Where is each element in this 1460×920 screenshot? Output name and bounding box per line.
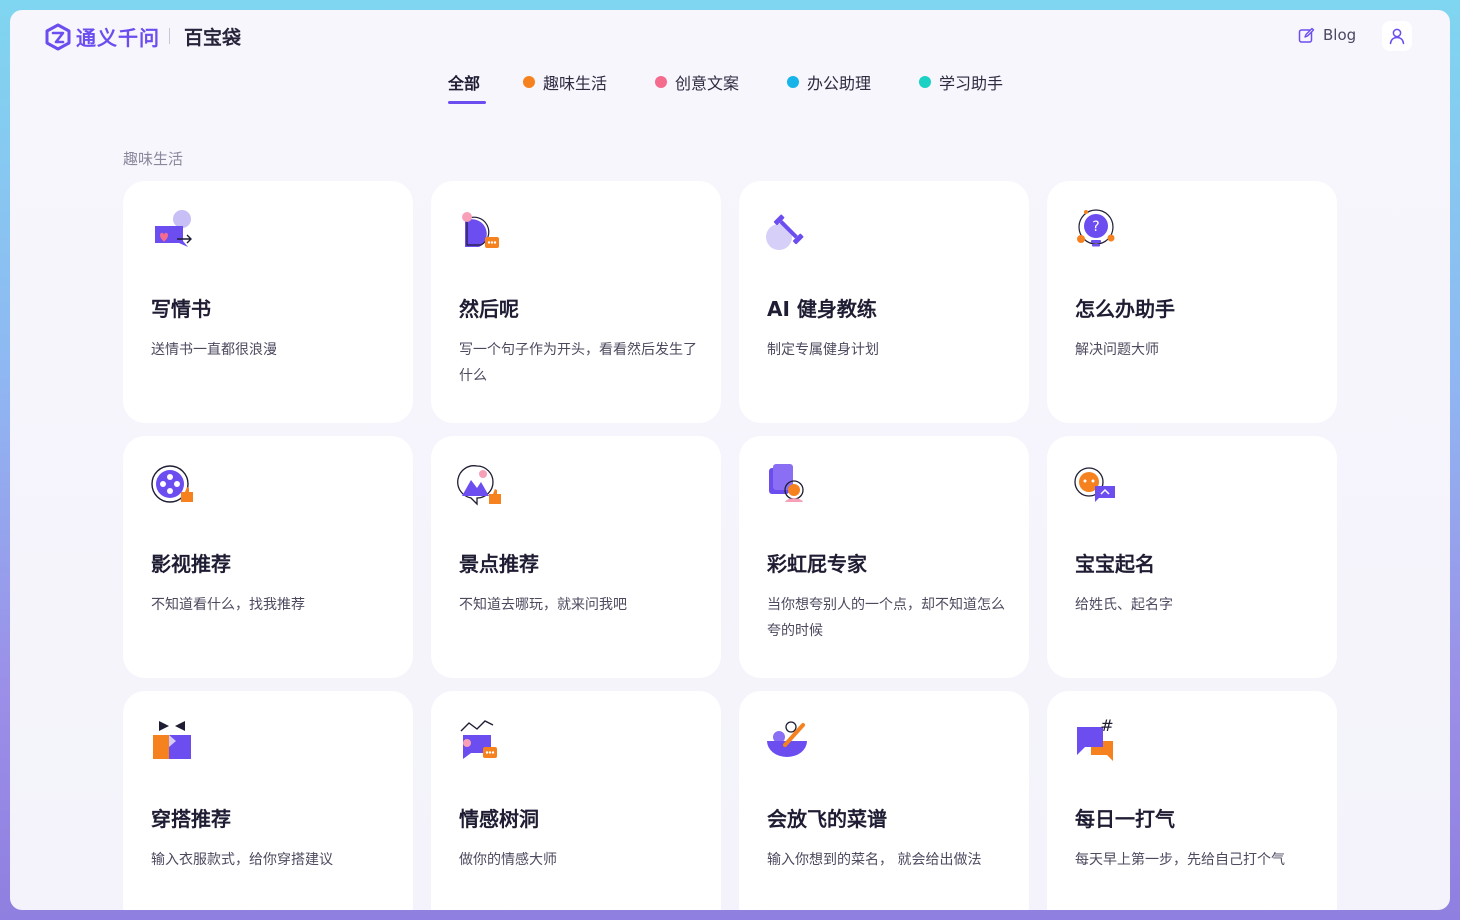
brand-name[interactable]: 通义千问 bbox=[76, 22, 160, 51]
card-flying-recipe[interactable]: 会放飞的菜谱 输入你想到的菜名， 就会给出做法 bbox=[739, 691, 1029, 910]
card-description: 解决问题大师 bbox=[1075, 342, 1159, 358]
card-description: 输入衣服款式，给你穿搭建议 bbox=[151, 852, 333, 868]
dumbbell-icon bbox=[766, 214, 804, 250]
tab-label: 趣味生活 bbox=[543, 74, 608, 93]
card-title: 怎么办助手 bbox=[1075, 297, 1175, 321]
card-title: 彩虹屁专家 bbox=[767, 552, 867, 576]
tab-label: 办公助理 bbox=[807, 74, 872, 93]
user-icon bbox=[1389, 28, 1405, 45]
love-letter-icon bbox=[155, 210, 192, 247]
praise-icon bbox=[769, 464, 804, 502]
product-name: 百宝袋 bbox=[184, 27, 242, 49]
card-description: 每天早上第一步，先给自己打个气 bbox=[1075, 852, 1285, 868]
blog-link[interactable]: Blog bbox=[1298, 26, 1356, 44]
user-avatar-button[interactable] bbox=[1382, 21, 1412, 51]
tab-label: 全部 bbox=[448, 74, 481, 93]
section-title: 趣味生活 bbox=[123, 150, 184, 168]
card-title: AI 健身教练 bbox=[767, 297, 877, 321]
card-love-letter[interactable]: 写情书 送情书一直都很浪漫 bbox=[123, 181, 413, 423]
card-ai-fitness-coach[interactable]: AI 健身教练 制定专属健身计划 bbox=[739, 181, 1029, 423]
card-description: 当你想夸别人的一个点，却不知道怎么夸的时候 bbox=[767, 597, 1005, 639]
location-pin-icon bbox=[457, 465, 501, 506]
pink-dot-icon bbox=[655, 76, 667, 88]
tab-creative-copy[interactable]: 创意文案 bbox=[655, 70, 739, 94]
card-description: 不知道看什么，找我推荐 bbox=[151, 597, 305, 613]
svg-text:#: # bbox=[1100, 717, 1113, 735]
emotion-chat-icon bbox=[460, 720, 497, 759]
brand-divider bbox=[169, 28, 170, 44]
card-description: 输入你想到的菜名， 就会给出做法 bbox=[767, 852, 982, 868]
card-title: 然后呢 bbox=[459, 297, 519, 321]
card-description: 不知道去哪玩，就来问我吧 bbox=[459, 597, 627, 613]
tab-label: 学习助手 bbox=[939, 74, 1004, 93]
blog-label: Blog bbox=[1323, 26, 1357, 44]
card-title: 每日一打气 bbox=[1075, 807, 1175, 831]
orange-dot-icon bbox=[523, 76, 535, 88]
card-title: 写情书 bbox=[151, 297, 211, 321]
card-title: 影视推荐 bbox=[151, 552, 231, 576]
card-title: 会放飞的菜谱 bbox=[767, 807, 887, 831]
baby-name-icon bbox=[1074, 467, 1115, 502]
hashtag-chat-icon: # bbox=[1077, 717, 1114, 761]
teal-dot-icon bbox=[919, 76, 931, 88]
edit-icon bbox=[1298, 27, 1315, 43]
card-description: 送情书一直都很浪漫 bbox=[151, 342, 277, 358]
card-attraction-recommendation[interactable]: 景点推荐 不知道去哪玩，就来问我吧 bbox=[431, 436, 721, 678]
tongyi-logo-icon[interactable] bbox=[44, 23, 72, 51]
tab-all[interactable]: 全部 bbox=[448, 70, 480, 94]
card-description: 制定专属健身计划 bbox=[767, 342, 879, 358]
card-daily-cheer-up[interactable]: # 每日一打气 每天早上第一步，先给自己打个气 bbox=[1047, 691, 1337, 910]
tab-office-assistant[interactable]: 办公助理 bbox=[787, 70, 871, 94]
tab-label: 创意文案 bbox=[675, 74, 740, 93]
card-movie-recommendation[interactable]: 影视推荐 不知道看什么，找我推荐 bbox=[123, 436, 413, 678]
card-description: 给姓氏、起名字 bbox=[1075, 597, 1173, 613]
card-what-next[interactable]: 然后呢 写一个句子作为开头，看看然后发生了什么 bbox=[431, 181, 721, 423]
film-reel-icon bbox=[151, 465, 193, 503]
card-title: 宝宝起名 bbox=[1075, 552, 1155, 576]
chat-bubble-icon bbox=[462, 212, 499, 248]
card-title: 穿搭推荐 bbox=[151, 807, 231, 831]
svg-text:?: ? bbox=[1092, 219, 1099, 235]
lightbulb-question-icon: ? bbox=[1077, 209, 1115, 247]
tab-study-helper[interactable]: 学习助手 bbox=[919, 70, 1003, 94]
card-praise-expert[interactable]: 彩虹屁专家 当你想夸别人的一个点，却不知道怎么夸的时候 bbox=[739, 436, 1029, 678]
card-emotional-tree-hole[interactable]: 情感树洞 做你的情感大师 bbox=[431, 691, 721, 910]
card-description: 做你的情感大师 bbox=[459, 852, 557, 868]
blue-dot-icon bbox=[787, 76, 799, 88]
card-outfit-recommendation[interactable]: 穿搭推荐 输入衣服款式，给你穿搭建议 bbox=[123, 691, 413, 910]
recipe-bowl-icon bbox=[767, 721, 807, 757]
app-window: 通义千问 百宝袋 Blog 全部 趣味生活 创意文案 办公助理 学习助手 趣味生… bbox=[10, 10, 1450, 910]
active-tab-indicator bbox=[448, 101, 486, 104]
card-title: 景点推荐 bbox=[459, 552, 539, 576]
card-description: 写一个句子作为开头，看看然后发生了什么 bbox=[459, 342, 697, 384]
top-bar: 通义千问 百宝袋 Blog bbox=[10, 10, 1450, 62]
outfit-icon bbox=[153, 721, 191, 759]
card-title: 情感树洞 bbox=[459, 807, 539, 831]
tab-fun-life[interactable]: 趣味生活 bbox=[523, 70, 607, 94]
card-baby-naming[interactable]: 宝宝起名 给姓氏、起名字 bbox=[1047, 436, 1337, 678]
card-what-to-do-assistant[interactable]: ? 怎么办助手 解决问题大师 bbox=[1047, 181, 1337, 423]
